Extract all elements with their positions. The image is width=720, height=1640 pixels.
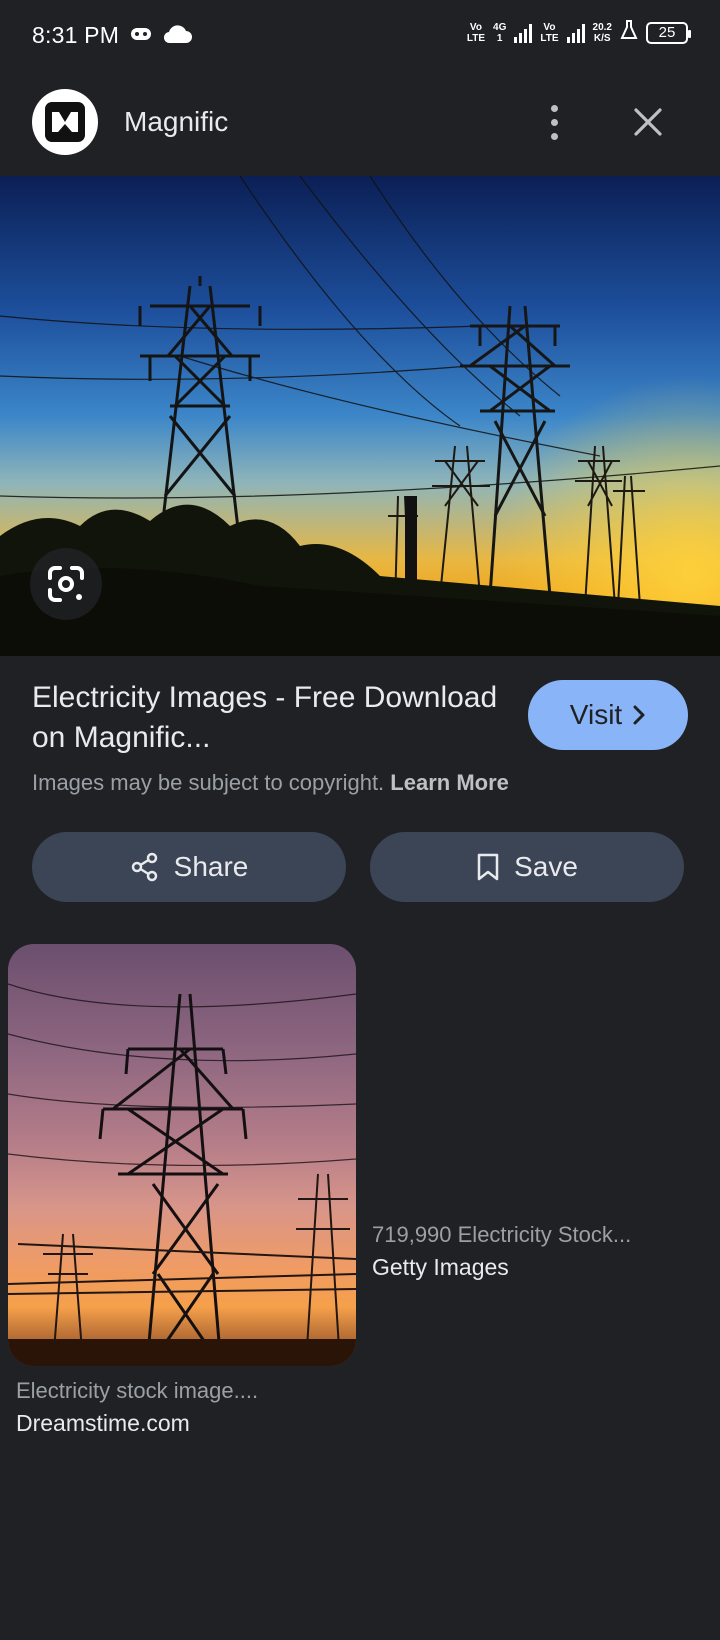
visit-label: Visit xyxy=(569,699,623,730)
save-button[interactable]: Save xyxy=(370,832,684,902)
close-button[interactable] xyxy=(626,100,670,144)
status-time: 8:31 PM xyxy=(32,22,120,48)
site-name[interactable]: Magnific xyxy=(124,106,228,138)
visit-button[interactable]: Visit xyxy=(528,680,688,750)
game-controller-icon xyxy=(130,27,152,46)
related-source: Getty Images xyxy=(372,1254,509,1280)
viewer-header: Magnific xyxy=(0,72,720,176)
related-result-card[interactable]: 719,990 Electricity Stock... Getty Image… xyxy=(372,1222,712,1281)
save-label: Save xyxy=(514,851,578,882)
lens-icon xyxy=(48,566,84,602)
chevron-right-icon xyxy=(633,705,645,725)
battery-level: 25 xyxy=(658,24,676,41)
signal-icon xyxy=(514,23,533,43)
bookmark-icon xyxy=(477,853,499,881)
learn-more-link[interactable]: Learn More xyxy=(390,770,509,795)
share-icon xyxy=(131,852,157,882)
close-icon xyxy=(634,108,662,136)
network-volte-1: Vo LTE xyxy=(466,21,486,44)
share-button[interactable]: Share xyxy=(32,832,346,902)
site-logo[interactable] xyxy=(32,89,98,155)
related-image[interactable] xyxy=(8,944,356,1366)
cloud-icon xyxy=(162,24,192,49)
network-speed: 20.2 K/S xyxy=(592,21,612,44)
related-title: 719,990 Electricity Stock... xyxy=(372,1222,632,1247)
signal-icon-2 xyxy=(566,23,585,43)
related-source: Dreamstime.com xyxy=(16,1410,190,1436)
status-bar: 8:31 PM Vo LTE 4G 1 Vo LTE 20.2 K/S 25 xyxy=(0,0,720,72)
main-image[interactable] xyxy=(0,176,720,656)
copyright-notice: Images may be subject to copyright. Lear… xyxy=(32,770,509,795)
share-label: Share xyxy=(173,851,249,882)
magnific-logo-icon xyxy=(45,102,85,142)
result-title[interactable]: Electricity Images - Free Download on Ma… xyxy=(32,678,502,758)
battery-icon: 25 xyxy=(646,21,691,44)
related-result-card[interactable]: Electricity stock image.... Dreamstime.c… xyxy=(8,944,356,1437)
google-lens-button[interactable] xyxy=(30,548,102,620)
related-title: Electricity stock image.... xyxy=(16,1378,259,1403)
network-4g: 4G 1 xyxy=(493,21,507,44)
network-volte-2: Vo LTE xyxy=(540,21,559,44)
more-options-button[interactable] xyxy=(536,96,572,148)
flask-icon xyxy=(620,20,638,45)
more-vert-icon xyxy=(550,104,558,112)
